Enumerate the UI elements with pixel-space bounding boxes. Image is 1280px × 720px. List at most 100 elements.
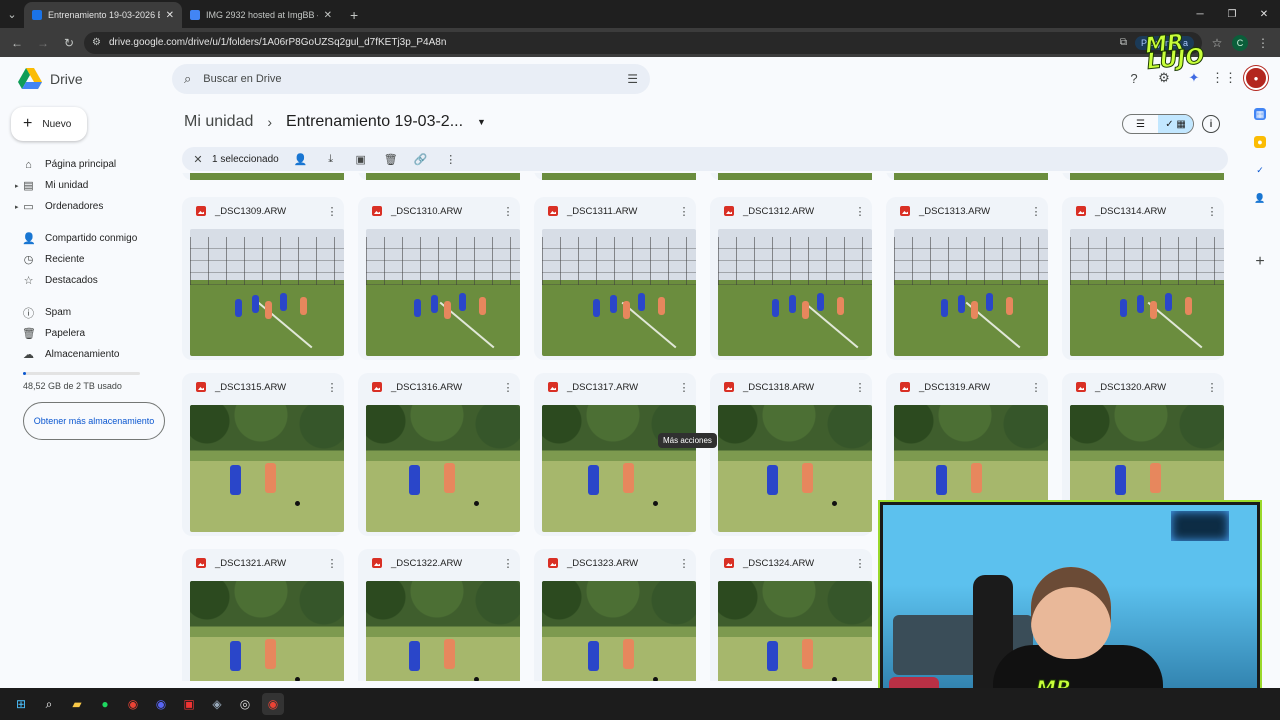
spotify-icon[interactable]: ● [94,693,116,715]
more-actions-icon[interactable]: ⋮ [854,381,866,394]
close-window-icon[interactable]: ✕ [1248,0,1280,28]
breadcrumb-root[interactable]: Mi unidad [184,113,253,131]
clear-selection-icon[interactable]: ✕ [190,153,206,166]
tab-search-icon[interactable]: ⌄ [0,0,24,28]
folder-dropdown-icon[interactable]: ▼ [477,117,486,127]
contacts-icon[interactable]: 👤 [1254,192,1266,204]
more-actions-icon[interactable]: ⋮ [326,381,338,394]
file-thumbnail[interactable] [190,229,344,356]
more-actions-icon[interactable]: ⋮ [326,205,338,218]
file-thumbnail[interactable] [542,405,696,532]
file-card-partial[interactable] [886,173,1048,180]
more-actions-icon[interactable]: ⋮ [1030,381,1042,394]
more-actions-icon[interactable]: ⋮ [678,205,690,218]
more-actions-icon[interactable]: ⋮ [326,557,338,570]
search-input[interactable]: Buscar en Drive [203,73,615,85]
sidebar-item-trash[interactable]: 🗑 Papelera [0,323,172,344]
site-info-icon[interactable]: ⚙ [92,37,101,48]
file-card[interactable]: _DSC1309.ARW ⋮ [182,197,344,360]
move-icon[interactable]: ▣ [353,153,369,166]
browser-tab-drive[interactable]: Entrenamiento 19-03-2026 EN ✕ [24,2,182,28]
sidebar-item-shared[interactable]: 👤 Compartido conmigo [0,228,172,249]
sidebar-item-my-drive[interactable]: ▸ ▤ Mi unidad [0,175,172,196]
more-actions-icon[interactable]: ⋮ [678,557,690,570]
forward-icon[interactable]: → [32,32,54,54]
file-thumbnail[interactable] [190,405,344,532]
more-actions-icon[interactable]: ⋮ [1030,205,1042,218]
file-thumbnail[interactable] [718,229,872,356]
file-thumbnail[interactable] [190,581,344,681]
taskbar-search-icon[interactable]: ⌕ [38,693,60,715]
new-button[interactable]: + Nuevo [11,107,87,141]
file-card[interactable]: _DSC1317.ARW ⋮ [534,373,696,536]
gemini-sparkle-icon[interactable]: ✦ [1184,68,1204,88]
minimize-icon[interactable]: ─ [1184,0,1216,28]
back-icon[interactable]: ← [6,32,28,54]
link-icon[interactable]: 🔗 [413,153,429,166]
file-card-partial[interactable] [358,173,520,180]
file-card[interactable]: _DSC1315.ARW ⋮ [182,373,344,536]
drive-logo[interactable]: Drive [18,68,83,89]
close-icon[interactable]: ✕ [324,10,332,21]
search-icon[interactable]: ⌕ [184,71,191,87]
bookmark-star-icon[interactable]: ☆ [1206,32,1228,54]
file-card-partial[interactable] [1062,173,1224,180]
file-card[interactable]: _DSC1324.ARW ⋮ [710,549,872,681]
more-actions-icon[interactable]: ⋮ [854,205,866,218]
omnibox[interactable]: ⚙ drive.google.com/drive/u/1/folders/1A0… [84,31,1202,54]
file-card[interactable]: _DSC1322.ARW ⋮ [358,549,520,681]
download-icon[interactable]: ⤓ [323,153,339,166]
list-view-icon[interactable]: ☰ [1123,115,1158,133]
account-avatar[interactable]: ● [1244,66,1268,90]
calendar-icon[interactable]: ▦ [1254,108,1266,120]
reload-icon[interactable]: ↻ [58,32,80,54]
file-card[interactable]: _DSC1310.ARW ⋮ [358,197,520,360]
details-info-icon[interactable]: i [1202,115,1220,133]
search-options-icon[interactable]: ☰ [627,72,638,86]
chrome-menu-icon[interactable]: ⋮ [1252,32,1274,54]
obs-icon[interactable]: ◎ [234,693,256,715]
more-actions-icon[interactable]: ⋮ [854,557,866,570]
file-card[interactable]: _DSC1311.ARW ⋮ [534,197,696,360]
sidebar-item-starred[interactable]: ☆ Destacados [0,270,172,291]
file-thumbnail[interactable] [366,405,520,532]
close-icon[interactable]: ✕ [166,10,174,21]
browser-tab-imgbb[interactable]: IMG 2932 hosted at ImgBB — I ✕ [182,2,340,28]
more-actions-icon[interactable]: ⋮ [1206,205,1218,218]
profile-avatar[interactable]: C [1232,34,1248,51]
file-thumbnail[interactable] [718,581,872,681]
grid-view-icon[interactable]: ✓ ▦ [1158,115,1193,133]
file-thumbnail[interactable] [542,229,696,356]
more-actions-icon[interactable]: ⋮ [678,381,690,394]
more-actions-icon[interactable]: ⋮ [1206,381,1218,394]
discord-icon[interactable]: ◉ [150,693,172,715]
file-card[interactable]: _DSC1321.ARW ⋮ [182,549,344,681]
more-actions-icon[interactable]: ⋮ [502,557,514,570]
chrome-icon[interactable]: ◉ [262,693,284,715]
install-app-icon[interactable]: ⧉ [1120,37,1127,48]
more-actions-icon[interactable]: ⋮ [502,205,514,218]
share-icon[interactable]: 👤 [293,153,309,166]
app-icon[interactable]: ◈ [206,693,228,715]
trash-icon[interactable]: 🗑 [383,153,399,166]
file-card[interactable]: _DSC1314.ARW ⋮ [1062,197,1224,360]
file-thumbnail[interactable] [366,581,520,681]
sidebar-item-computers[interactable]: ▸ ▭ Ordenadores [0,196,172,217]
file-card-partial[interactable] [182,173,344,180]
file-card-partial[interactable] [710,173,872,180]
more-actions-icon[interactable]: ⋮ [502,381,514,394]
file-thumbnail[interactable] [894,229,1048,356]
help-icon[interactable]: ? [1124,68,1144,88]
file-card-partial[interactable] [534,173,696,180]
app-icon[interactable]: ▣ [178,693,200,715]
file-thumbnail[interactable] [718,405,872,532]
settings-gear-icon[interactable]: ⚙ [1154,68,1174,88]
sidebar-item-recent[interactable]: ◷ Reciente [0,249,172,270]
file-card[interactable]: _DSC1313.ARW ⋮ [886,197,1048,360]
get-more-storage-button[interactable]: Obtener más almacenamiento [23,402,165,440]
breadcrumb-current-folder[interactable]: Entrenamiento 19-03-2... [286,113,463,131]
tasks-icon[interactable]: ✓ [1254,164,1266,176]
apps-grid-icon[interactable]: ⋮⋮ [1211,68,1237,88]
file-card[interactable]: _DSC1318.ARW ⋮ [710,373,872,536]
add-addon-icon[interactable]: + [1254,253,1266,270]
